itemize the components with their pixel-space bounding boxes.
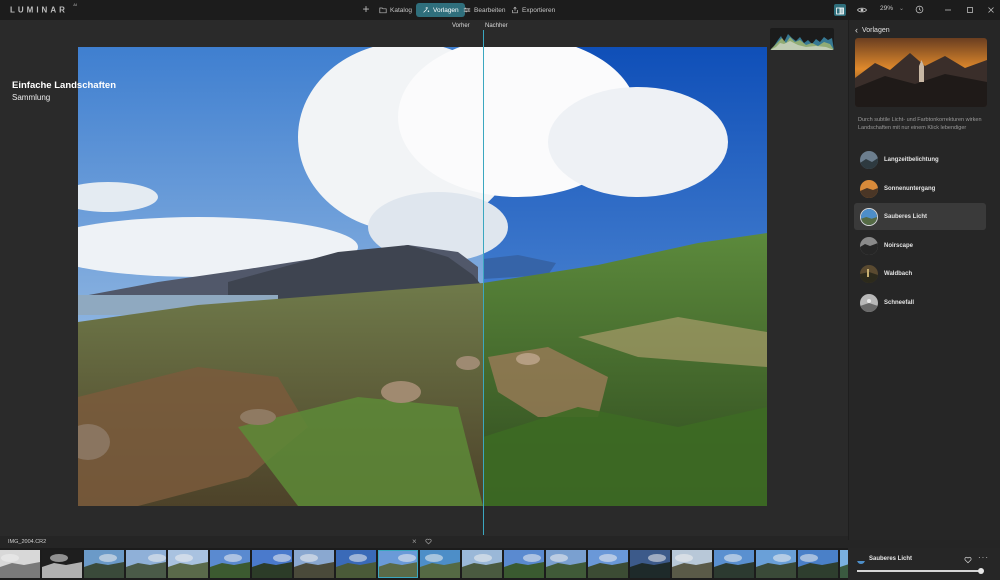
- top-bar: LUMINAR AI + Katalog Vorlagen Bearbeiten…: [0, 0, 1000, 20]
- preset-thumbnail: [860, 150, 878, 169]
- active-preset-name: Sauberes Licht: [869, 556, 913, 562]
- tab-exportieren[interactable]: Exportieren: [505, 3, 561, 17]
- filmstrip-thumbnail[interactable]: [252, 550, 292, 578]
- maximize-icon[interactable]: [964, 4, 976, 16]
- filmstrip-thumbnail[interactable]: [294, 550, 334, 578]
- tab-bearbeiten[interactable]: Bearbeiten: [457, 3, 511, 17]
- chevron-left-icon: ‹: [855, 25, 858, 35]
- filmstrip-thumbnail[interactable]: [0, 550, 40, 578]
- collection-title: Einfache Landschaften: [12, 80, 116, 91]
- close-icon[interactable]: [985, 4, 997, 16]
- filmstrip-thumbnail[interactable]: [840, 550, 848, 578]
- filmstrip-thumbnail[interactable]: [420, 550, 460, 578]
- preset-amount-slider[interactable]: [857, 567, 984, 574]
- reject-icon[interactable]: ×: [412, 537, 417, 546]
- filmstrip[interactable]: [0, 548, 848, 580]
- filmstrip-thumbnail[interactable]: [798, 550, 838, 578]
- collection-subtitle: Sammlung: [12, 93, 51, 102]
- add-photos-button[interactable]: +: [360, 2, 372, 16]
- preset-thumbnail: [857, 556, 865, 564]
- filmstrip-thumbnail[interactable]: [546, 550, 586, 578]
- favorite-preset-heart-icon[interactable]: [964, 556, 972, 564]
- zoom-level[interactable]: 29%: [880, 5, 893, 12]
- filmstrip-thumbnail[interactable]: [630, 550, 670, 578]
- preset-thumbnail: [860, 293, 878, 312]
- filmstrip-thumbnail[interactable]: [42, 550, 82, 578]
- preset-thumbnail: [860, 179, 878, 198]
- history-icon[interactable]: [915, 5, 924, 14]
- filmstrip-thumbnail[interactable]: [168, 550, 208, 578]
- more-options-icon[interactable]: ···: [978, 553, 989, 562]
- filmstrip-thumbnail[interactable]: [336, 550, 376, 578]
- slider-fill: [857, 570, 981, 572]
- filmstrip-thumbnail[interactable]: [462, 550, 502, 578]
- current-file-name: IMG_2004.CR2: [8, 539, 47, 545]
- preset-thumbnail: [860, 207, 878, 226]
- sparkle-icon: [423, 7, 430, 13]
- filmstrip-thumbnail[interactable]: [672, 550, 712, 578]
- app-logo: LUMINAR AI: [10, 2, 78, 15]
- filmstrip-thumbnail[interactable]: [378, 550, 418, 578]
- preset-noirscape[interactable]: Noirscape: [854, 232, 986, 259]
- before-label: Vorher: [452, 23, 470, 29]
- tab-katalog[interactable]: Katalog: [373, 3, 418, 17]
- preset-thumbnail: [860, 236, 878, 255]
- preset-sonnenuntergang[interactable]: Sonnenuntergang: [854, 175, 986, 202]
- slider-knob[interactable]: [978, 567, 984, 574]
- preset-schneefall[interactable]: Schneefall: [854, 289, 986, 316]
- compare-toggle-button[interactable]: [834, 4, 846, 16]
- eye-icon[interactable]: [857, 5, 867, 15]
- share-icon: [512, 6, 518, 14]
- filmstrip-thumbnail[interactable]: [210, 550, 250, 578]
- histogram[interactable]: [770, 28, 834, 50]
- favorite-heart-icon[interactable]: [425, 538, 432, 545]
- compare-icon: [836, 7, 844, 15]
- preset-waldbach[interactable]: Waldbach: [854, 260, 986, 287]
- filmstrip-thumbnail[interactable]: [756, 550, 796, 578]
- filmstrip-thumbnail[interactable]: [714, 550, 754, 578]
- active-preset-bar: Sauberes Licht ···: [848, 548, 1000, 580]
- preset-sauberes-licht[interactable]: Sauberes Licht: [854, 203, 986, 230]
- preset-thumbnail: [860, 264, 878, 283]
- folder-icon: [379, 7, 387, 14]
- collection-description: Durch subtile Licht- und Farbtonkorrektu…: [858, 117, 982, 131]
- filmstrip-thumbnail[interactable]: [588, 550, 628, 578]
- minimize-icon[interactable]: [942, 4, 954, 16]
- filmstrip-header: [0, 536, 848, 548]
- chevron-down-icon[interactable]: ⌄: [899, 5, 904, 12]
- before-after-split-handle[interactable]: [483, 30, 484, 535]
- filmstrip-thumbnail[interactable]: [504, 550, 544, 578]
- collection-hero-image: [855, 38, 987, 107]
- back-to-presets-button[interactable]: ‹ Vorlagen: [855, 25, 890, 35]
- photo-preview[interactable]: [78, 47, 767, 506]
- filmstrip-thumbnail[interactable]: [84, 550, 124, 578]
- preset-langzeitbelichtung[interactable]: Langzeitbelichtung: [854, 146, 986, 173]
- filmstrip-thumbnail[interactable]: [126, 550, 166, 578]
- sliders-icon: [463, 7, 471, 13]
- after-label: Nachher: [485, 23, 508, 29]
